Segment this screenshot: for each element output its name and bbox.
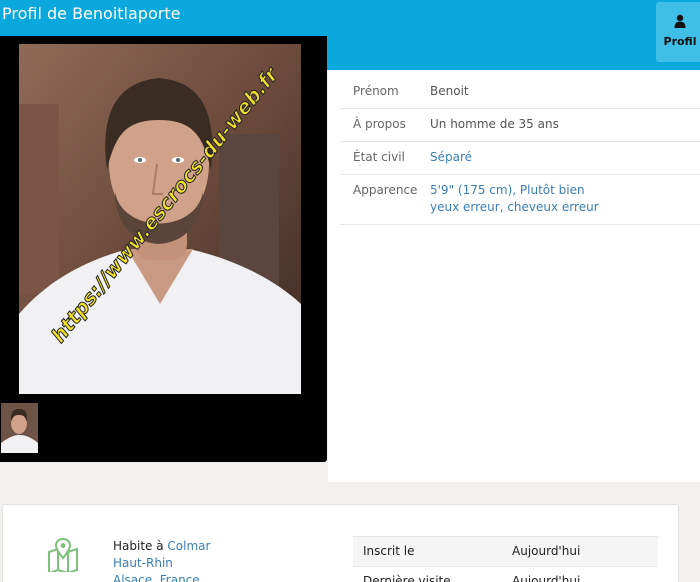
membership-stats: Inscrit le Aujourd'hui Dernière visite A… <box>353 536 658 582</box>
stats-value: Aujourd'hui <box>512 574 581 582</box>
apparence-line-2: yeux erreur, cheveux erreur <box>430 200 599 214</box>
info-row-apparence: Apparence 5'9" (175 cm), Plutôt bien yeu… <box>340 175 700 225</box>
thumbnail-image <box>1 403 38 453</box>
stats-key: Inscrit le <box>363 544 415 558</box>
page-title: Profil de Benoitlaporte <box>2 4 181 23</box>
map-pin-icon <box>48 538 78 572</box>
info-key: Prénom <box>353 84 399 98</box>
profile-info-table: Prénom Benoit À propos Un homme de 35 an… <box>340 76 700 225</box>
info-value: Un homme de 35 ans <box>430 117 559 131</box>
location-prefix: Habite à <box>113 539 164 553</box>
tab-profil-label: Profil <box>663 35 697 48</box>
profile-photo[interactable]: https://www.escrocs-du-web.fr <box>19 44 301 394</box>
info-value-link[interactable]: 5'9" (175 cm), Plutôt bien yeux erreur, … <box>430 182 599 216</box>
location-region-link[interactable]: Haut-Rhin <box>113 556 173 570</box>
location-text: Habite à Colmar Haut-Rhin Alsace, France <box>113 538 210 582</box>
location-city-link[interactable]: Colmar <box>167 539 210 553</box>
info-row-etat-civil: État civil Séparé <box>340 142 700 175</box>
stats-row-derniere-visite: Dernière visite Aujourd'hui <box>353 566 658 582</box>
stats-row-inscrit: Inscrit le Aujourd'hui <box>353 536 658 566</box>
location-card: Habite à Colmar Haut-Rhin Alsace, France… <box>2 504 679 582</box>
tab-profil[interactable]: Profil <box>656 2 700 62</box>
apparence-line-1: 5'9" (175 cm), Plutôt bien <box>430 183 585 197</box>
info-key: À propos <box>353 117 406 131</box>
stats-key: Dernière visite <box>363 574 451 582</box>
profile-photo-image: https://www.escrocs-du-web.fr <box>19 44 301 394</box>
info-row-prenom: Prénom Benoit <box>340 76 700 109</box>
info-value: Benoit <box>430 84 469 98</box>
info-key: État civil <box>353 150 405 164</box>
photo-gallery: https://www.escrocs-du-web.fr <box>0 36 327 462</box>
info-row-a-propos: À propos Un homme de 35 ans <box>340 109 700 142</box>
user-icon <box>674 14 686 28</box>
photo-thumbnail[interactable] <box>1 403 38 453</box>
info-key: Apparence <box>353 183 418 197</box>
info-value-link[interactable]: Séparé <box>430 149 472 166</box>
location-country-link[interactable]: Alsace, France <box>113 573 200 582</box>
stats-value: Aujourd'hui <box>512 544 581 558</box>
